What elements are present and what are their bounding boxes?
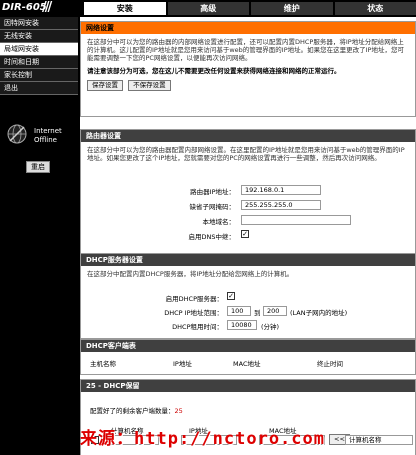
sidebar: 因特网安装 无线安装 局域网安装 时间和日期 家长控制 退出 Internet … <box>0 17 78 455</box>
network-notice: 请注意该部分为可选，您在这儿不需要更改任何设置来获得网络连接和网络的正常运行。 <box>87 67 341 75</box>
internet-state: Offline <box>34 136 57 144</box>
dhcp-enable-checkbox[interactable]: ✓ <box>227 292 235 300</box>
logo-slashes: /// <box>42 0 52 15</box>
dhcp-client-title: DHCP客户端表 <box>81 340 415 352</box>
sidebar-item-wireless-setup[interactable]: 无线安装 <box>0 30 78 43</box>
dns-relay-label: 启用DNS中继： <box>188 233 236 241</box>
tab-advanced[interactable]: 高级 <box>165 2 249 15</box>
dont-save-button[interactable]: 不保存设置 <box>128 80 171 91</box>
router-settings-title: 路由器设置 <box>81 130 415 142</box>
dhcp-range-to: 到 <box>254 309 261 317</box>
client-col-hostname: 主机名称 <box>90 360 116 368</box>
source-watermark: 来源：http://nctoro.com <box>80 429 325 449</box>
dhcp-range-end-input[interactable]: 200 <box>263 306 287 316</box>
local-domain-label: 本地域名： <box>202 218 236 226</box>
router-intro: 在这部分中可以为您的路由器配置内部网络设置。在这里配置的IP地址就是您用来访问基… <box>87 146 405 162</box>
remaining-clients-label: 配置好了的剩余客户端数量： <box>90 407 175 415</box>
reboot-button[interactable]: 重启 <box>26 161 50 173</box>
tab-status[interactable]: 状态 <box>332 2 416 15</box>
tab-maintenance[interactable]: 维护 <box>249 2 333 15</box>
dhcp-lease-input[interactable]: 10080 <box>227 320 257 330</box>
sidebar-item-internet-setup[interactable]: 因特网安装 <box>0 17 78 30</box>
network-settings-panel: 网络设置 在这部分中可以为您的路由器的内部网络设置进行配置，还可以配置内置DHC… <box>80 21 416 117</box>
subnet-mask-label: 缺省子网掩码： <box>189 203 236 211</box>
globe-offline-icon <box>7 124 27 144</box>
dhcp-range-note: (LAN子网内的地址) <box>290 309 348 317</box>
sidebar-item-parental-control[interactable]: 家长控制 <box>0 69 78 82</box>
network-settings-title: 网络设置 <box>81 22 415 34</box>
local-domain-input[interactable] <box>241 215 351 225</box>
internet-status: Internet Offline <box>4 121 74 161</box>
router-settings-panel: 路由器设置 在这部分中可以为您的路由器配置内部网络设置。在这里配置的IP地址就是… <box>80 129 416 257</box>
client-col-expiry: 终止时间 <box>317 360 343 368</box>
network-intro: 在这部分中可以为您的路由器的内部网络设置进行配置，还可以配置内置DHCP服务器，… <box>87 38 404 62</box>
remaining-clients-value: 25 <box>174 407 183 415</box>
client-col-mac: MAC地址 <box>233 360 261 368</box>
sidebar-item-logout[interactable]: 退出 <box>0 82 78 95</box>
dhcp-lease-label: DHCP租用时间： <box>172 323 223 331</box>
dhcp-intro: 在这部分中配置内置DHCP服务器，将IP地址分配给您网络上的计算机。 <box>87 270 294 278</box>
dhcp-client-table-panel: DHCP客户端表 主机名称 IP地址 MAC地址 终止时间 <box>80 339 416 375</box>
dhcp-server-title: DHCP服务器设置 <box>81 254 415 266</box>
sidebar-item-lan-setup[interactable]: 局域网安装 <box>0 43 78 56</box>
sidebar-item-time-date[interactable]: 时间和日期 <box>0 56 78 69</box>
dhcp-range-start-input[interactable]: 100 <box>227 306 251 316</box>
dhcp-lease-unit: (分钟) <box>261 323 280 331</box>
top-bar: DIR-605 /// 安装 高级 维护 状态 <box>0 0 416 17</box>
main-tabs: 安装 高级 维护 状态 <box>82 2 416 15</box>
dns-relay-checkbox[interactable]: ✓ <box>241 230 249 238</box>
main-content: 网络设置 在这部分中可以为您的路由器的内部网络设置进行配置，还可以配置内置DHC… <box>80 17 416 455</box>
client-col-ip: IP地址 <box>173 360 192 368</box>
internet-label: Internet <box>34 127 62 135</box>
tab-setup[interactable]: 安装 <box>82 2 166 15</box>
save-settings-button[interactable]: 保存设置 <box>87 80 123 91</box>
dhcp-enable-label: 启用DHCP服务器： <box>165 295 223 303</box>
subnet-mask-input[interactable]: 255.255.255.0 <box>241 200 321 210</box>
router-ip-input[interactable]: 192.168.0.1 <box>241 185 321 195</box>
router-ip-label: 路由器IP地址： <box>190 188 235 196</box>
product-logo: DIR-605 <box>2 2 47 13</box>
dhcp-reservation-title: 25 - DHCP保留 <box>81 380 415 392</box>
dhcp-server-panel: DHCP服务器设置 在这部分中配置内置DHCP服务器，将IP地址分配给您网络上的… <box>80 253 416 339</box>
dhcp-range-label: DHCP IP地址范围： <box>164 309 223 317</box>
